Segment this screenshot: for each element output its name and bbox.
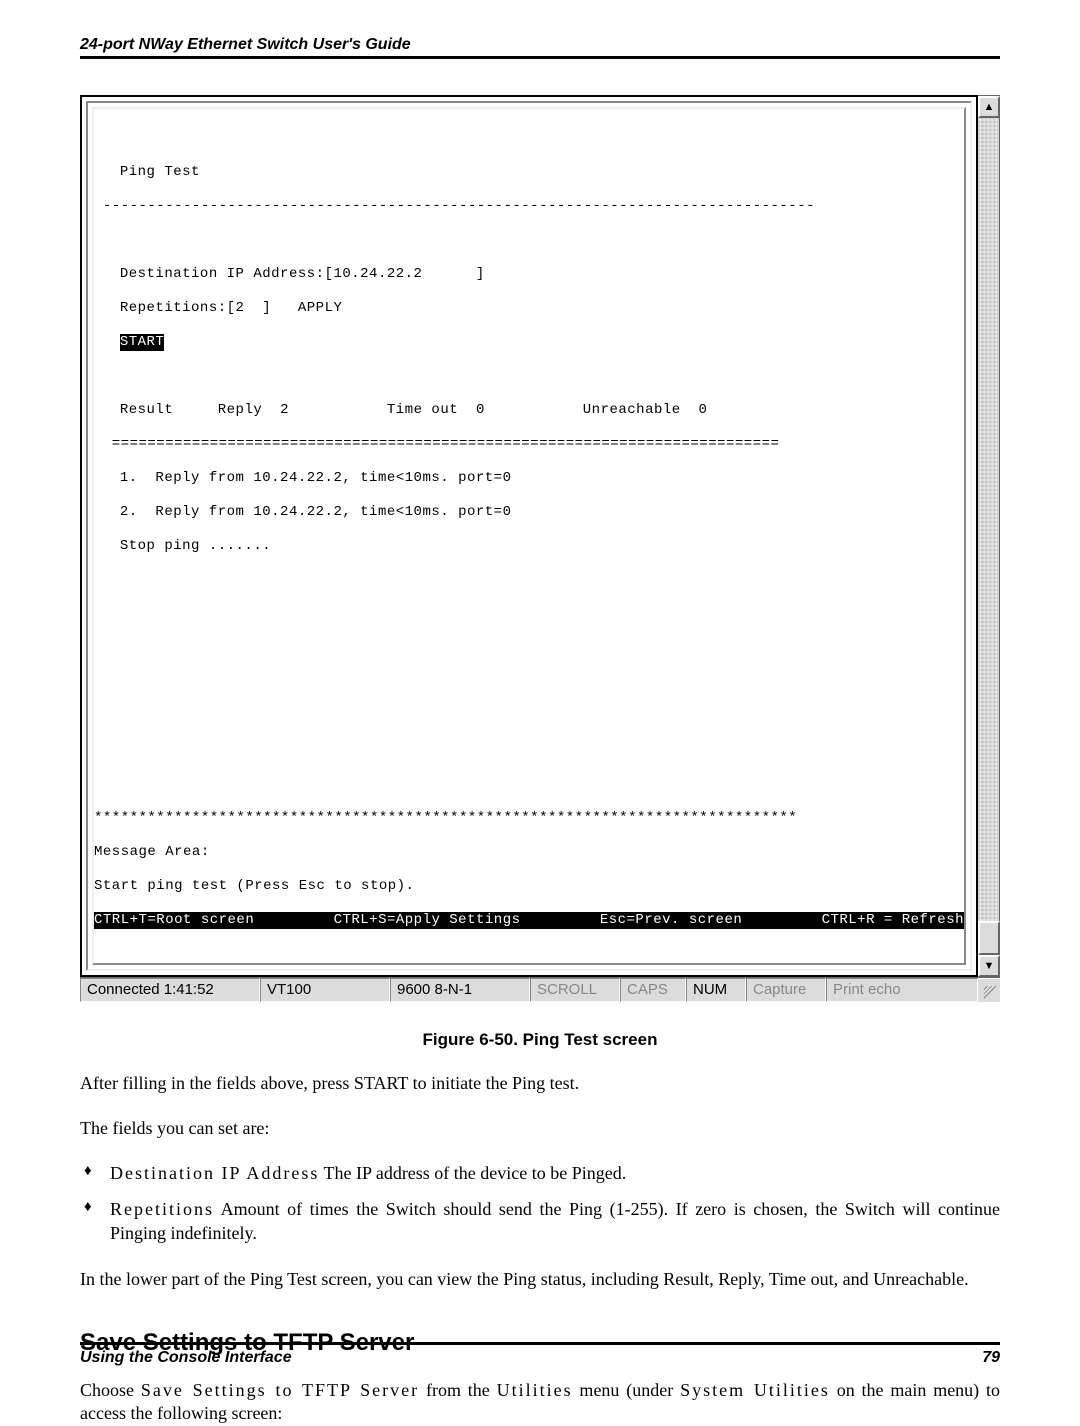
repetitions-label: Repetitions:	[120, 300, 227, 316]
terminal-footer: CTRL+T=Root screenCTRL+S=Apply SettingsE…	[94, 912, 964, 929]
divider-eq: ========================================…	[94, 436, 964, 453]
status-bar: Connected 1:41:52 VT100 9600 8-N-1 SCROL…	[80, 977, 1000, 1002]
list-item: Repetitions Amount of times the Switch s…	[80, 1197, 1000, 1246]
timeout-value: 0	[476, 402, 485, 418]
scroll-up-icon[interactable]: ▲	[978, 96, 1000, 118]
bullet-desc: Amount of times the Switch should send t…	[110, 1199, 1000, 1243]
page-number: 79	[982, 1349, 1000, 1367]
paragraph: In the lower part of the Ping Test scree…	[80, 1268, 1000, 1291]
unreachable-value: 0	[699, 402, 708, 418]
status-print-echo: Print echo	[826, 978, 978, 1002]
result-label: Result	[120, 402, 173, 418]
scroll-down-icon[interactable]: ▼	[978, 955, 1000, 977]
page-footer: Using the Console Interface 79	[80, 1342, 1000, 1367]
reply-label: Reply	[218, 402, 263, 418]
status-terminal-type: VT100	[260, 978, 390, 1002]
paragraph: The fields you can set are:	[80, 1117, 1000, 1140]
bullet-term: Repetitions	[110, 1199, 214, 1219]
result-line: Stop ping .......	[120, 538, 271, 554]
timeout-label: Time out	[387, 402, 458, 418]
message-area-label: Message Area:	[94, 844, 964, 861]
bullet-desc: The IP address of the device to be Pinge…	[319, 1163, 626, 1183]
divider-stars: ****************************************…	[94, 810, 964, 827]
footer-rule	[80, 1342, 1000, 1345]
apply-button[interactable]: APPLY	[298, 300, 343, 316]
terminal-title: Ping Test	[120, 164, 200, 180]
dest-ip-value[interactable]: [10.24.22.2 ]	[325, 266, 485, 282]
unreachable-label: Unreachable	[583, 402, 681, 418]
field-bullet-list: Destination IP Address The IP address of…	[80, 1161, 1000, 1246]
start-button[interactable]: START	[120, 334, 165, 351]
status-connected: Connected 1:41:52	[80, 978, 260, 1002]
status-baud: 9600 8-N-1	[390, 978, 530, 1002]
dest-ip-label: Destination IP Address:	[120, 266, 325, 282]
status-capture: Capture	[746, 978, 826, 1002]
terminal-screenshot: Ping Test ------------------------------…	[80, 95, 1000, 1002]
status-scroll: SCROLL	[530, 978, 620, 1002]
reply-value: 2	[280, 402, 289, 418]
page-header: 24-port NWay Ethernet Switch User's Guid…	[80, 36, 1000, 56]
divider-dash: ----------------------------------------…	[94, 198, 964, 215]
vertical-scrollbar[interactable]: ▲ ▼	[978, 95, 1000, 977]
figure-caption: Figure 6-50. Ping Test screen	[80, 1030, 1000, 1050]
status-caps: CAPS	[620, 978, 686, 1002]
scroll-thumb[interactable]	[978, 921, 1000, 955]
result-line: 1. Reply from 10.24.22.2, time<10ms. por…	[120, 470, 512, 486]
resize-grip-icon[interactable]	[978, 978, 1000, 1002]
bullet-term: Destination IP Address	[110, 1163, 319, 1183]
paragraph: Choose Save Settings to TFTP Server from…	[80, 1379, 1000, 1426]
list-item: Destination IP Address The IP address of…	[80, 1161, 1000, 1185]
paragraph: After filling in the fields above, press…	[80, 1072, 1000, 1095]
scroll-track[interactable]	[978, 118, 999, 955]
footer-left: Using the Console Interface	[80, 1349, 292, 1367]
status-num: NUM	[686, 978, 746, 1002]
repetitions-value[interactable]: [2 ]	[227, 300, 272, 316]
header-rule	[80, 56, 1000, 59]
result-line: 2. Reply from 10.24.22.2, time<10ms. por…	[120, 504, 512, 520]
message-area-text: Start ping test (Press Esc to stop).	[94, 878, 964, 895]
